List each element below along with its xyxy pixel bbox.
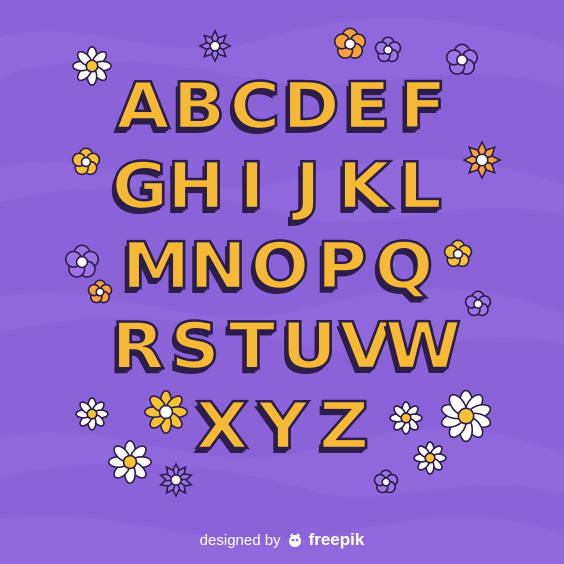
attribution: designed by freepik bbox=[0, 528, 564, 552]
round-purple-flower bbox=[464, 290, 492, 317]
daisy-yellow-flower bbox=[143, 389, 189, 435]
alphabet-poster: A B C D E F G H I J K L M N O P Q R S T … bbox=[0, 0, 564, 564]
round-purple-flower bbox=[373, 469, 399, 494]
flower-decorations bbox=[64, 27, 502, 498]
daisy-white-flower bbox=[107, 439, 153, 485]
freepik-logo-icon bbox=[288, 533, 301, 547]
round-purple-flower bbox=[445, 43, 479, 75]
credit-brand: freepik bbox=[308, 530, 365, 549]
round-yellow-flower bbox=[71, 147, 101, 176]
daisy-white-flower bbox=[389, 401, 423, 435]
round-purple-flower bbox=[374, 36, 402, 63]
star-purple-flower bbox=[159, 462, 193, 498]
round-yellow-flower bbox=[443, 239, 473, 268]
star-purple-flower bbox=[198, 29, 232, 63]
daisy-white-flower bbox=[413, 441, 447, 475]
round-orange-flower bbox=[87, 279, 113, 304]
round-orange-flower bbox=[333, 27, 367, 59]
daisy-white-flower bbox=[75, 397, 109, 431]
credit-prefix: designed by bbox=[199, 531, 281, 549]
star-orange-flower bbox=[462, 140, 502, 180]
daisy-white-flower bbox=[440, 389, 492, 443]
round-purple-flower bbox=[64, 244, 100, 278]
daisy-white-flower bbox=[72, 46, 112, 86]
